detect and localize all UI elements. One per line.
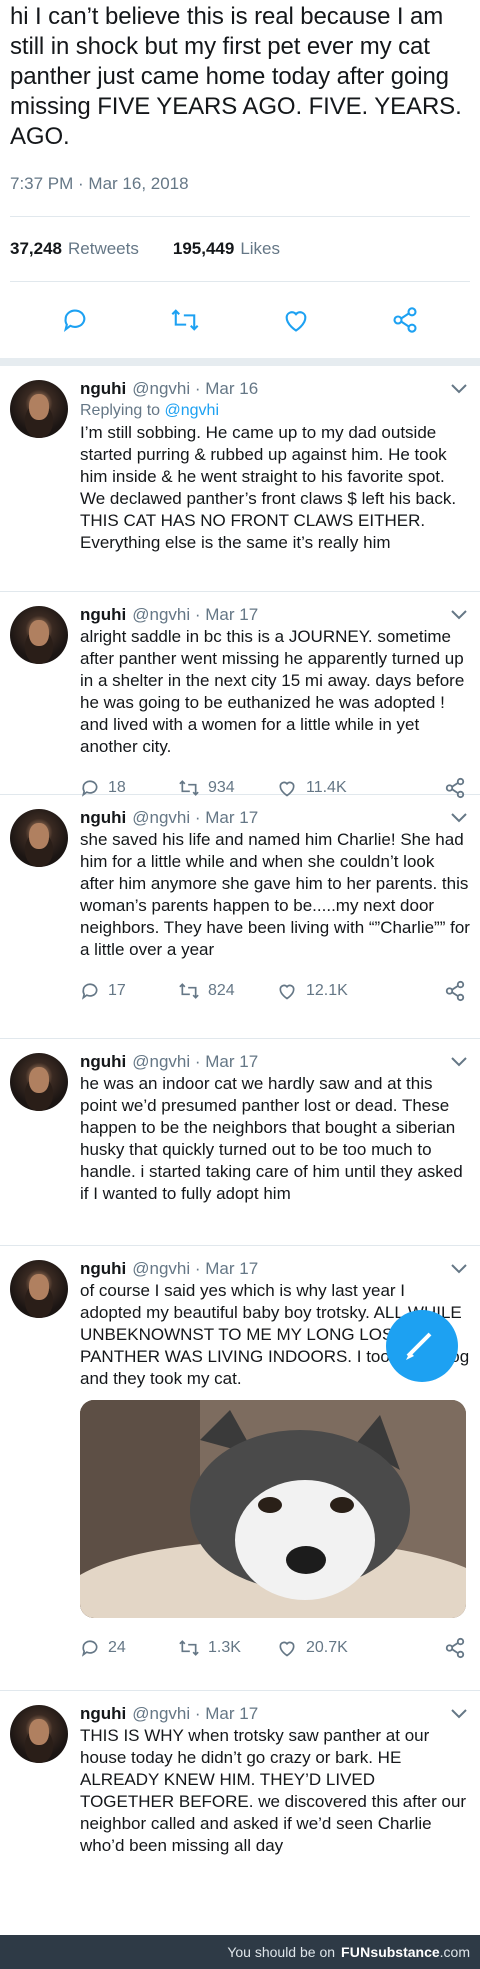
share-icon[interactable] <box>391 306 419 334</box>
reply-icon[interactable] <box>61 306 89 334</box>
reply-action[interactable]: 17 <box>80 981 178 1001</box>
share-action[interactable] <box>444 1637 466 1659</box>
chevron-down-icon[interactable] <box>450 1262 468 1280</box>
reply-text: he was an indoor cat we hardly saw and a… <box>80 1074 463 1203</box>
reply-header: nguhi @ngvhi · Mar 17 <box>80 1258 470 1280</box>
share-action[interactable] <box>444 980 466 1002</box>
author-name[interactable]: nguhi <box>80 378 126 400</box>
retweets-stat[interactable]: 37,248 Retweets <box>10 239 139 259</box>
reply-icon <box>81 983 98 1000</box>
reply-tweet[interactable]: nguhi @ngvhi · Mar 17 she saved his life… <box>0 795 480 1039</box>
main-tweet-stats: 37,248 Retweets 195,449 Likes <box>0 217 480 281</box>
retweet-action[interactable]: 1.3K <box>178 1638 276 1658</box>
watermark-brand-substance: substance <box>370 1944 440 1960</box>
retweets-label: Retweets <box>68 239 139 258</box>
avatar[interactable] <box>10 1260 68 1318</box>
replying-to: Replying to @ngvhi <box>80 400 470 422</box>
watermark-footer: You should be on FUN substance .com <box>0 1935 480 1969</box>
chevron-down-icon[interactable] <box>450 608 468 626</box>
reply-header: nguhi @ngvhi · Mar 17 <box>80 1051 470 1073</box>
author-name[interactable]: nguhi <box>80 807 126 829</box>
like-icon[interactable] <box>282 306 310 334</box>
chevron-down-icon[interactable] <box>450 1055 468 1073</box>
chevron-down-icon[interactable] <box>450 1707 468 1725</box>
reply-header: nguhi @ngvhi · Mar 17 <box>80 1703 470 1725</box>
reply-actions: 17 824 12.1K <box>80 967 470 1015</box>
like-count: 20.7K <box>306 1639 348 1656</box>
compose-button[interactable] <box>386 1310 458 1382</box>
avatar[interactable] <box>10 606 68 664</box>
share-icon <box>445 1637 465 1659</box>
avatar[interactable] <box>10 380 68 438</box>
author-handle: @ngvhi · Mar 17 <box>132 1259 259 1278</box>
reply-tweet[interactable]: nguhi @ngvhi · Mar 17 he was an indoor c… <box>0 1039 480 1246</box>
reply-actions: 24 1.3K 20.7K <box>80 1624 470 1672</box>
retweets-count: 37,248 <box>10 239 62 258</box>
avatar[interactable] <box>10 1705 68 1763</box>
husky-photo[interactable] <box>80 1400 466 1618</box>
like-count: 12.1K <box>306 982 348 999</box>
reply-header: nguhi @ngvhi · Mar 17 <box>80 807 470 829</box>
like-icon <box>279 984 295 1000</box>
author-name[interactable]: nguhi <box>80 1703 126 1725</box>
retweet-count: 824 <box>208 982 235 999</box>
like-icon <box>279 1641 295 1657</box>
likes-stat[interactable]: 195,449 Likes <box>173 239 280 259</box>
reply-header: nguhi @ngvhi · Mar 16 <box>80 378 470 400</box>
watermark-prefix: You should be on <box>227 1944 336 1960</box>
reply-tweet[interactable]: nguhi @ngvhi · Mar 17 alright saddle in … <box>0 592 480 799</box>
replying-to-link[interactable]: @ngvhi <box>165 402 220 419</box>
reply-text: she saved his life and named him Charlie… <box>80 830 470 959</box>
retweet-icon[interactable] <box>170 306 200 334</box>
like-action[interactable]: 20.7K <box>276 1638 374 1658</box>
reply-count: 17 <box>108 982 126 999</box>
compose-icon <box>406 1332 432 1360</box>
likes-count: 195,449 <box>172 239 235 258</box>
author-name[interactable]: nguhi <box>80 1258 126 1280</box>
author-handle: @ngvhi · Mar 17 <box>132 808 259 827</box>
reply-icon <box>81 1640 98 1657</box>
retweet-action[interactable]: 824 <box>178 981 276 1001</box>
watermark-brand-fun: FUN <box>341 1944 371 1960</box>
author-handle: @ngvhi · Mar 17 <box>132 1052 259 1071</box>
author-handle: @ngvhi · Mar 17 <box>132 605 259 624</box>
main-tweet-actions <box>0 282 480 358</box>
reply-count: 24 <box>108 1639 126 1656</box>
main-tweet-timestamp[interactable]: 7:37 PM · Mar 16, 2018 <box>10 174 470 194</box>
reply-header: nguhi @ngvhi · Mar 17 <box>80 604 470 626</box>
watermark-brand-com: .com <box>439 1944 470 1960</box>
retweet-icon <box>179 983 199 999</box>
main-tweet-text: hi I can’t believe this is real because … <box>10 3 462 150</box>
chevron-down-icon[interactable] <box>450 811 468 829</box>
author-handle: @ngvhi · Mar 16 <box>132 379 259 398</box>
chevron-down-icon[interactable] <box>450 382 468 400</box>
reply-text: THIS IS WHY when trotsky saw panther at … <box>80 1726 467 1855</box>
reply-tweet[interactable]: nguhi @ngvhi · Mar 17 THIS IS WHY when t… <box>0 1691 480 1857</box>
retweet-count: 1.3K <box>208 1639 241 1656</box>
main-tweet: hi I can’t believe this is real because … <box>0 0 480 194</box>
retweet-icon <box>179 1640 199 1656</box>
share-icon <box>445 980 465 1002</box>
replying-prefix: Replying to <box>80 402 161 419</box>
reply-tweet[interactable]: nguhi @ngvhi · Mar 16 Replying to @ngvhi… <box>0 366 480 592</box>
author-handle: @ngvhi · Mar 17 <box>132 1704 259 1723</box>
author-name[interactable]: nguhi <box>80 604 126 626</box>
like-action[interactable]: 12.1K <box>276 981 374 1001</box>
likes-label: Likes <box>240 239 281 258</box>
avatar[interactable] <box>10 1053 68 1111</box>
reply-action[interactable]: 24 <box>80 1638 178 1658</box>
reply-text: alright saddle in bc this is a JOURNEY. … <box>80 627 465 756</box>
avatar[interactable] <box>10 809 68 867</box>
author-name[interactable]: nguhi <box>80 1051 126 1073</box>
section-separator <box>0 358 480 366</box>
reply-text: I’m still sobbing. He came up to my dad … <box>80 423 457 552</box>
